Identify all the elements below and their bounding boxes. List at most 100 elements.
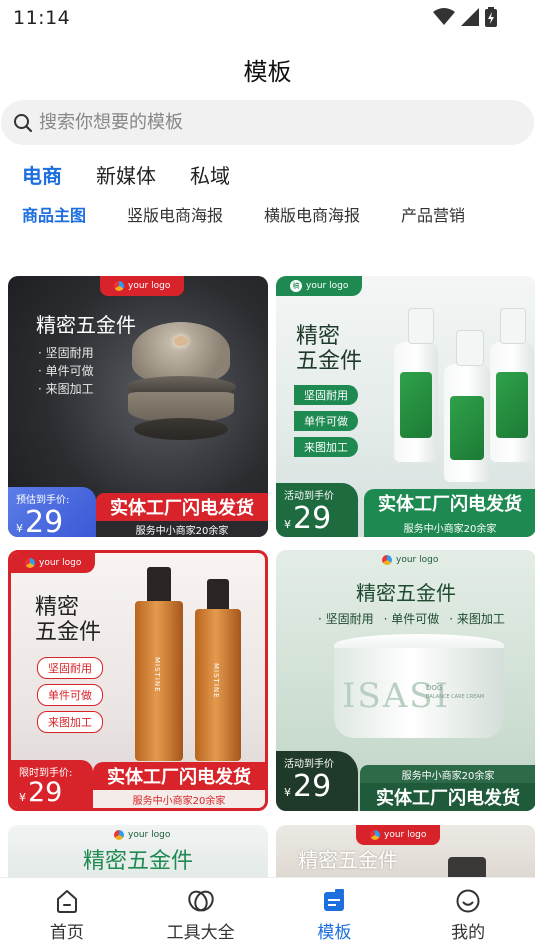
- headline-line: 五金件: [296, 349, 363, 375]
- product-image: [386, 302, 535, 482]
- card-headline: 精密五金件: [36, 313, 136, 337]
- nav-label: 我的: [451, 923, 486, 943]
- page-title: 模板: [243, 58, 292, 86]
- nav-label: 首页: [49, 923, 84, 943]
- price: 29: [28, 777, 63, 808]
- bullet-pill: 来图加工: [37, 711, 103, 733]
- card-headline: 精密 五金件: [296, 324, 362, 375]
- promo-banner: 实体工厂闪电发货: [360, 783, 535, 811]
- bottle-text: MISTINE: [212, 663, 220, 699]
- price: 29: [293, 501, 332, 536]
- price-value: ¥29: [16, 505, 88, 538]
- bottom-nav: 首页 工具大全 模板 我的: [0, 877, 535, 951]
- subtab-vertical-poster[interactable]: 竖版电商海报: [127, 202, 223, 226]
- logo-text: your logo: [306, 281, 349, 291]
- headline-line: 精密: [35, 595, 80, 620]
- tab-private-domain[interactable]: 私域: [190, 160, 230, 189]
- price: 29: [293, 769, 332, 804]
- template-card[interactable]: your logo 精密五金件 · 坚固耐用 · 单件可做 · 来图加工 ISA…: [276, 550, 535, 811]
- logo-tag: your logo: [11, 553, 96, 573]
- card-headline: 精密五金件: [356, 581, 456, 605]
- currency: ¥: [284, 786, 291, 799]
- promo-subline: 服务中小商家20余家: [96, 521, 268, 537]
- logo-text: your logo: [128, 281, 171, 291]
- headline-line: 精密: [296, 324, 341, 349]
- template-card[interactable]: your logo 精密五金件: [276, 825, 535, 885]
- bullet: · 单件可做: [38, 364, 94, 378]
- template-icon: [324, 889, 345, 911]
- bullet-pill: 单件可做: [37, 684, 103, 706]
- currency: ¥: [16, 522, 23, 535]
- nav-label: 工具大全: [166, 923, 235, 943]
- bullet-pill: 坚固耐用: [37, 657, 103, 679]
- price-label: 活动到手价: [284, 491, 334, 502]
- template-card[interactable]: your logo 精密 五金件 坚固耐用 单件可做 来图加工 MISTINE …: [8, 550, 268, 811]
- logo-text: your logo: [396, 555, 439, 565]
- price-value: ¥29: [19, 777, 85, 808]
- nav-templates[interactable]: 模板: [268, 878, 402, 951]
- product-image: [126, 318, 236, 468]
- main-tabs: 电商 新媒体 私域: [22, 160, 230, 189]
- price-block: 活动到手价 ¥29: [276, 483, 358, 537]
- tab-ecommerce[interactable]: 电商: [22, 160, 62, 189]
- logo-mark-icon: [114, 830, 124, 840]
- bullet-pill: 来图加工: [294, 437, 358, 457]
- logo-mark-icon: [382, 555, 392, 565]
- card-headline: 精密 五金件: [35, 595, 101, 646]
- logo-tag: 稿 your logo: [276, 276, 363, 296]
- bullet: · 坚固耐用: [318, 612, 374, 626]
- home-icon: [56, 890, 77, 913]
- profile-icon: [456, 889, 480, 913]
- battery-icon: [485, 7, 497, 27]
- product-image: ISASI DOG BALANCE CARE CREAM: [334, 634, 504, 744]
- product-image: MISTINE MISTINE: [135, 567, 255, 767]
- template-card[interactable]: your logo 精密五金件 · 坚固耐用 · 单件可做 · 来图加工 预估到…: [8, 276, 268, 537]
- headline-line: 五金件: [35, 620, 102, 646]
- logo-mark-icon: [370, 830, 380, 840]
- nav-tools[interactable]: 工具大全: [134, 878, 268, 951]
- card-bullets: · 坚固耐用 · 单件可做 · 来图加工: [318, 610, 505, 627]
- jar-subtext: DOG: [426, 684, 443, 692]
- search-input[interactable]: [39, 112, 479, 133]
- bullet: · 坚固耐用: [38, 346, 94, 360]
- currency: ¥: [19, 791, 26, 804]
- bullet-pill: 单件可做: [294, 411, 358, 431]
- card-headline: 精密五金件: [82, 849, 193, 874]
- card-bullets: 坚固耐用 单件可做 来图加工: [37, 657, 127, 738]
- logo-tag: your logo: [356, 825, 441, 845]
- price-label: 活动到手价: [284, 759, 334, 770]
- logo-tag: your logo: [368, 550, 452, 570]
- search-bar[interactable]: [1, 100, 534, 145]
- signal-icon: [461, 8, 479, 26]
- jar-subtext: BALANCE CARE CREAM: [426, 694, 485, 700]
- search-icon: [14, 113, 33, 132]
- subtab-horizontal-poster[interactable]: 横版电商海报: [264, 202, 360, 226]
- nav-home[interactable]: 首页: [0, 878, 134, 951]
- card-bullets: · 坚固耐用 · 单件可做 · 来图加工: [38, 344, 94, 398]
- card-headline: 精密五金件: [298, 848, 398, 872]
- bullet: · 来图加工: [449, 612, 505, 626]
- tools-icon: [187, 890, 214, 912]
- wifi-icon: [433, 8, 455, 25]
- price-block: 限时到手价: ¥29: [11, 760, 93, 808]
- logo-mark-icon: 稿: [290, 280, 302, 292]
- subtab-product-main-image[interactable]: 商品主图: [22, 202, 86, 226]
- bullet: · 来图加工: [38, 382, 94, 396]
- bottle-text: MISTINE: [153, 657, 161, 693]
- logo-text: your logo: [39, 558, 82, 568]
- promo-banner: 实体工厂闪电发货: [93, 762, 265, 790]
- template-card[interactable]: 稿 your logo 精密 五金件 坚固耐用 单件可做 来图加工 活动到手价 …: [276, 276, 535, 537]
- template-card[interactable]: your logo 精密五金件: [8, 825, 268, 885]
- subtab-product-marketing[interactable]: 产品营销: [401, 202, 465, 226]
- nav-label: 模板: [317, 923, 352, 943]
- price-label: 预估到手价:: [16, 495, 70, 506]
- tab-new-media[interactable]: 新媒体: [96, 160, 156, 189]
- logo-mark-icon: [114, 281, 124, 291]
- nav-profile[interactable]: 我的: [401, 878, 535, 951]
- price-value: ¥29: [284, 502, 350, 537]
- price: 29: [25, 505, 64, 538]
- promo-subline: 服务中小商家20余家: [360, 765, 535, 783]
- logo-text: your logo: [128, 830, 171, 840]
- logo-text: your logo: [384, 830, 427, 840]
- logo-tag: your logo: [100, 825, 184, 845]
